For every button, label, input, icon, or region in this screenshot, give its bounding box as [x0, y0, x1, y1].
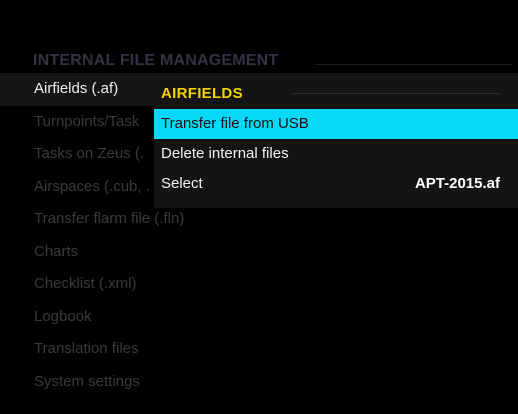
transfer-from-usb-option[interactable]: Transfer file from USB	[154, 109, 518, 139]
option-label: Transfer file from USB	[161, 115, 309, 132]
popup-header: AIRFIELDS	[154, 78, 518, 109]
delete-internal-files-option[interactable]: Delete internal files	[154, 139, 518, 169]
popup-divider	[292, 93, 500, 94]
menu-item-charts[interactable]: Charts	[0, 236, 518, 269]
popup-title: AIRFIELDS	[161, 85, 243, 102]
selected-file-value: APT-2015.af	[414, 175, 500, 192]
menu-item-logbook[interactable]: Logbook	[0, 301, 518, 334]
airfields-popup: AIRFIELDS Transfer file from USB Delete …	[154, 78, 518, 208]
option-label: Delete internal files	[161, 145, 289, 162]
option-label: Select	[161, 175, 203, 192]
menu-item-checklist[interactable]: Checklist (.xml)	[0, 268, 518, 301]
section-divider	[315, 64, 513, 65]
menu-item-translation-files[interactable]: Translation files	[0, 333, 518, 366]
screen: INTERNAL FILE MANAGEMENT Airfields (.af)…	[0, 0, 518, 414]
select-file-option[interactable]: Select APT-2015.af	[154, 169, 518, 199]
section-title: INTERNAL FILE MANAGEMENT	[33, 52, 279, 69]
menu-item-system-settings[interactable]: System settings	[0, 366, 518, 399]
